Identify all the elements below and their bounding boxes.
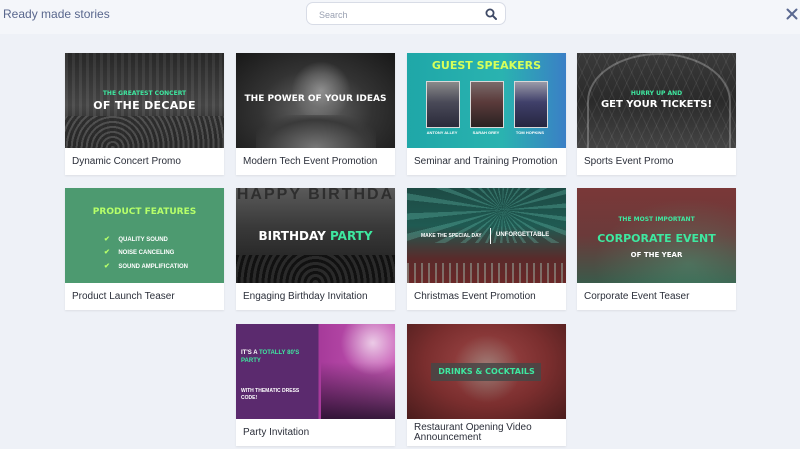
thumb-line1: DRINKS & COCKTAILS — [438, 367, 535, 376]
thumb-line1: THE MOST IMPORTANT — [618, 216, 695, 223]
page-title: Ready made stories — [3, 7, 110, 21]
thumbnail: THE MOST IMPORTANT CORPORATE EVENT OF TH… — [577, 188, 736, 283]
story-card-corporate[interactable]: THE MOST IMPORTANT CORPORATE EVENT OF TH… — [577, 188, 736, 310]
thumb-line2: OF THE DECADE — [93, 99, 196, 112]
thumb-bg-text: HAPPY BIRTHDA — [236, 188, 395, 203]
thumb-line1: THE GREATEST CONCERT — [102, 90, 187, 97]
speaker-name: ANTONY ALLEY — [426, 130, 458, 135]
story-card-concert[interactable]: THE GREATEST CONCERT OF THE DECADE Dynam… — [65, 53, 224, 175]
feature-item: ✔ QUALITY SOUND — [104, 236, 168, 243]
thumb-line1: THE POWER OF YOUR IDEAS — [244, 94, 387, 104]
feature-item: ✔ SOUND AMPLIFICATION — [104, 263, 188, 270]
speaker-photo — [470, 81, 504, 128]
thumbnail: DRINKS & COCKTAILS — [407, 324, 566, 419]
thumbnail: HAPPY BIRTHDA BIRTHDAY PARTY — [236, 188, 395, 283]
story-card-seminar[interactable]: GUEST SPEAKERS ANTONY ALLEY SARAH GREY T… — [407, 53, 566, 175]
card-title: Sports Event Promo — [584, 155, 674, 167]
card-title: Engaging Birthday Invitation — [243, 290, 368, 302]
thumb-line2: CORPORATE EVENT — [597, 232, 716, 245]
thumb-line1: MAKE THE SPECIAL DAY — [421, 233, 482, 239]
speaker-photo — [426, 81, 460, 128]
thumbnail: HURRY UP AND GET YOUR TICKETS! — [577, 53, 736, 148]
story-card-birthday[interactable]: HAPPY BIRTHDA BIRTHDAY PARTY Engaging Bi… — [236, 188, 395, 310]
card-title: Corporate Event Teaser — [584, 290, 690, 302]
thumb-line1: HURRY UP AND — [630, 90, 683, 97]
card-title: Restaurant Opening Video Announcement — [414, 421, 532, 443]
top-bar: Ready made stories — [0, 0, 800, 34]
thumb-line1: IT'S A TOTALLY 80'S — [241, 350, 300, 356]
thumbnail: GUEST SPEAKERS ANTONY ALLEY SARAH GREY T… — [407, 53, 566, 148]
close-icon[interactable] — [786, 8, 798, 20]
story-card-christmas[interactable]: MAKE THE SPECIAL DAY UNFORGETTABLE Chris… — [407, 188, 566, 310]
thumbnail: IT'S A TOTALLY 80'S PARTY WITH THEMATIC … — [236, 324, 395, 419]
card-title: Modern Tech Event Promotion — [243, 155, 378, 167]
search-box[interactable] — [306, 2, 506, 25]
thumbnail: THE POWER OF YOUR IDEAS — [236, 53, 395, 148]
search-icon[interactable] — [485, 8, 497, 20]
thumb-heading: PRODUCT FEATURES — [92, 207, 197, 217]
story-card-party[interactable]: IT'S A TOTALLY 80'S PARTY WITH THEMATIC … — [236, 324, 395, 446]
card-title: Christmas Event Promotion — [414, 290, 536, 302]
speaker-name: SARAH GREY — [472, 130, 500, 135]
thumb-heading: GUEST SPEAKERS — [431, 59, 542, 72]
thumbnail: MAKE THE SPECIAL DAY UNFORGETTABLE — [407, 188, 566, 283]
card-title: Product Launch Teaser — [72, 290, 175, 302]
thumb-line3: WITH THEMATIC DRESS — [241, 388, 300, 394]
story-card-sports[interactable]: HURRY UP AND GET YOUR TICKETS! Sports Ev… — [577, 53, 736, 175]
story-card-tech[interactable]: THE POWER OF YOUR IDEAS Modern Tech Even… — [236, 53, 395, 175]
checkmark-icon: ✔ — [104, 263, 110, 270]
card-title: Party Invitation — [243, 426, 310, 438]
story-card-product[interactable]: PRODUCT FEATURES ✔ QUALITY SOUND ✔ NOISE… — [65, 188, 224, 310]
thumb-line2: PARTY — [241, 358, 261, 364]
thumb-line2: GET YOUR TICKETS! — [600, 99, 713, 110]
divider — [490, 228, 491, 244]
thumb-line2: UNFORGETTABLE — [496, 232, 550, 238]
search-input[interactable] — [317, 6, 481, 24]
story-card-restaurant[interactable]: DRINKS & COCKTAILS Restaurant Opening Vi… — [407, 324, 566, 446]
thumb-line3: OF THE YEAR — [630, 251, 683, 259]
card-title: Seminar and Training Promotion — [414, 155, 558, 167]
speaker-photo — [514, 81, 548, 128]
thumb-title: BIRTHDAY PARTY — [258, 229, 373, 243]
thumbnail: PRODUCT FEATURES ✔ QUALITY SOUND ✔ NOISE… — [65, 188, 224, 283]
card-title: Dynamic Concert Promo — [72, 155, 181, 167]
feature-item: ✔ NOISE CANCELING — [104, 249, 175, 256]
thumbnail: THE GREATEST CONCERT OF THE DECADE — [65, 53, 224, 148]
thumb-line4: CODE! — [241, 395, 258, 401]
speaker-name: TOM HOPKINS — [515, 130, 545, 135]
